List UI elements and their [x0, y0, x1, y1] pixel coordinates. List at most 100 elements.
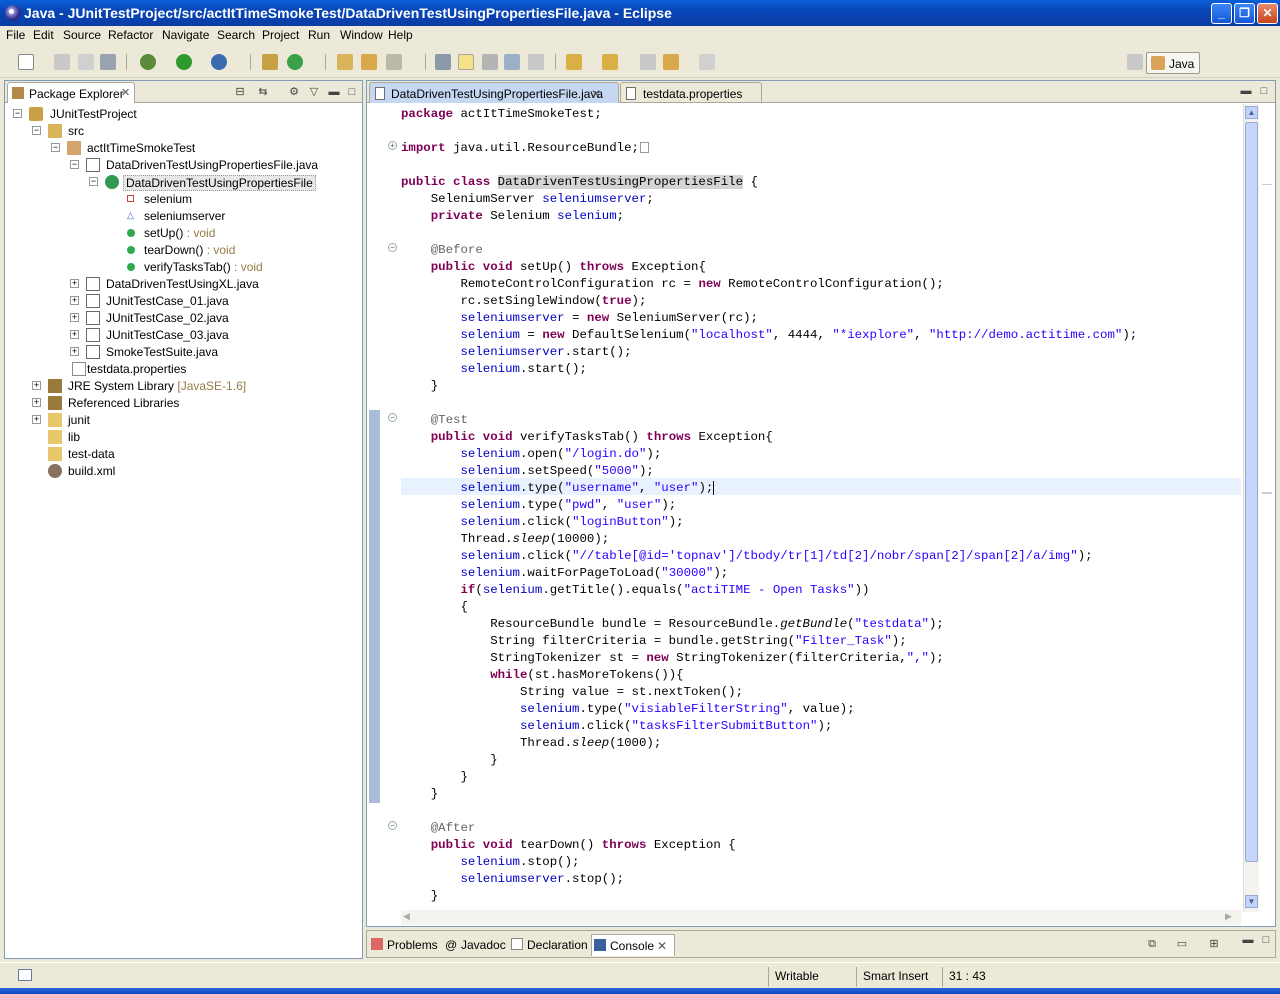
code-line: { — [401, 600, 468, 614]
tab-declaration[interactable]: Declaration — [509, 934, 589, 956]
source-folder-icon — [48, 124, 62, 138]
editor-tab-java-file[interactable]: DataDrivenTestUsingPropertiesFile.java ✕ — [369, 82, 619, 103]
quick-diff-bar — [369, 410, 380, 803]
java-perspective-icon — [1151, 56, 1165, 70]
close-button[interactable]: ✕ — [1257, 3, 1278, 24]
code-line: selenium.waitForPageToLoad("30000"); — [460, 566, 729, 580]
search-icon[interactable] — [386, 54, 402, 70]
menu-edit[interactable]: Edit — [33, 28, 54, 42]
maximize-button[interactable]: ❐ — [1234, 3, 1255, 24]
collapse-all-icon[interactable]: ⊟ — [233, 85, 247, 99]
new-icon[interactable] — [18, 54, 34, 70]
main-toolbar — [0, 46, 1280, 78]
minimize-button[interactable]: _ — [1211, 3, 1232, 24]
collapse-fold-icon[interactable]: − — [388, 413, 397, 422]
toggle-annotations-icon[interactable] — [435, 54, 451, 70]
back-icon[interactable] — [663, 54, 679, 70]
collapse-icon[interactable]: − — [89, 177, 98, 186]
toggle-highlight-icon[interactable] — [458, 54, 474, 70]
run-icon[interactable] — [176, 54, 192, 70]
menu-run[interactable]: Run — [308, 28, 330, 42]
scrollbar-thumb[interactable] — [1245, 122, 1258, 862]
display-console-icon[interactable]: ▭ — [1175, 937, 1189, 951]
maximize-view-icon[interactable]: □ — [1259, 933, 1273, 947]
view-menu-filter-icon[interactable]: ⚙ — [287, 85, 301, 99]
maximize-view-icon[interactable]: □ — [345, 85, 359, 99]
expand-icon[interactable]: + — [32, 381, 41, 390]
toggle-block-icon[interactable] — [482, 54, 498, 70]
vertical-scrollbar[interactable]: ▲ ▼ — [1243, 104, 1259, 912]
collapse-icon[interactable]: − — [32, 126, 41, 135]
show-whitespace-icon[interactable] — [504, 54, 520, 70]
status-bar: Writable Smart Insert 31 : 43 — [0, 962, 1280, 988]
menu-navigate[interactable]: Navigate — [162, 28, 209, 42]
tab-console[interactable]: Console ✕ — [591, 934, 675, 956]
code-area[interactable]: + − − − package actItTimeSmokeTest; impo… — [367, 104, 1241, 912]
code-line: Thread.sleep(1000); — [401, 736, 662, 750]
declaration-icon — [511, 938, 523, 950]
expand-fold-icon[interactable]: + — [388, 141, 397, 150]
expand-icon[interactable]: + — [70, 313, 79, 322]
menu-search[interactable]: Search — [217, 28, 255, 42]
collapse-icon[interactable]: − — [70, 160, 79, 169]
link-with-editor-icon[interactable]: ⇆ — [256, 85, 270, 99]
save-icon[interactable] — [54, 54, 70, 70]
open-perspective-icon[interactable] — [1127, 54, 1143, 70]
code-line: seleniumserver.start(); — [460, 345, 632, 359]
view-menu-icon[interactable]: ▽ — [307, 85, 321, 99]
expand-icon[interactable]: + — [70, 279, 79, 288]
minimize-view-icon[interactable]: ▬ — [327, 85, 341, 99]
code-line: selenium.type("pwd", "user"); — [460, 498, 677, 512]
close-view-icon[interactable]: ✕ — [121, 86, 130, 99]
pin-console-icon[interactable]: ⊞ — [1207, 937, 1221, 951]
editor-tab-properties[interactable]: testdata.properties — [620, 82, 762, 103]
java-perspective-button[interactable]: Java — [1146, 52, 1200, 74]
tab-problems[interactable]: Problems — [369, 934, 439, 956]
menu-window[interactable]: Window — [340, 28, 383, 42]
menu-refactor[interactable]: Refactor — [108, 28, 153, 42]
external-tools-icon[interactable] — [211, 54, 227, 70]
forward-icon[interactable] — [699, 54, 715, 70]
expand-icon[interactable]: + — [70, 347, 79, 356]
debug-icon[interactable] — [140, 54, 156, 70]
collapse-icon[interactable]: − — [51, 143, 60, 152]
java-file-icon — [375, 87, 385, 100]
expand-icon[interactable]: + — [32, 398, 41, 407]
open-task-icon[interactable] — [361, 54, 377, 70]
minimize-editor-icon[interactable]: ▬ — [1239, 84, 1253, 98]
open-console-icon[interactable]: ⧉ — [1145, 937, 1159, 951]
code-line: selenium.type("username", "user"); — [460, 481, 715, 495]
print-icon[interactable] — [100, 54, 116, 70]
private-field-icon — [127, 195, 134, 202]
close-view-icon[interactable]: ✕ — [657, 939, 667, 953]
collapse-fold-icon[interactable]: − — [388, 821, 397, 830]
minimize-view-icon[interactable]: ▬ — [1241, 933, 1255, 947]
last-edit-icon[interactable] — [640, 54, 656, 70]
folder-icon — [48, 447, 62, 461]
open-type-icon[interactable] — [337, 54, 353, 70]
menu-file[interactable]: File — [6, 28, 25, 42]
menu-source[interactable]: Source — [63, 28, 101, 42]
package-explorer-tab[interactable]: Package Explorer ✕ — [7, 82, 135, 103]
properties-file-icon — [626, 87, 636, 100]
menu-project[interactable]: Project — [262, 28, 299, 42]
menu-help[interactable]: Help — [388, 28, 413, 42]
expand-icon[interactable]: + — [32, 415, 41, 424]
next-annotation-icon[interactable] — [566, 54, 582, 70]
save-all-icon[interactable] — [78, 54, 94, 70]
collapse-fold-icon[interactable]: − — [388, 243, 397, 252]
collapse-icon[interactable]: − — [13, 109, 22, 118]
new-java-project-icon[interactable] — [262, 54, 278, 70]
tab-javadoc[interactable]: @ Javadoc — [443, 934, 506, 956]
expand-icon[interactable]: + — [70, 296, 79, 305]
pilcrow-icon[interactable] — [528, 54, 544, 70]
new-class-icon[interactable] — [287, 54, 303, 70]
title-bar: Java - JUnitTestProject/src/actItTimeSmo… — [0, 0, 1280, 26]
fast-view-icon[interactable] — [18, 969, 32, 981]
horizontal-scrollbar[interactable]: ◀ ▶ — [401, 910, 1241, 925]
editor-tab-bar: DataDrivenTestUsingPropertiesFile.java ✕… — [367, 81, 1275, 103]
previous-annotation-icon[interactable] — [602, 54, 618, 70]
expand-icon[interactable]: + — [70, 330, 79, 339]
close-tab-icon[interactable]: ✕ — [591, 87, 601, 101]
maximize-editor-icon[interactable]: □ — [1257, 84, 1271, 98]
